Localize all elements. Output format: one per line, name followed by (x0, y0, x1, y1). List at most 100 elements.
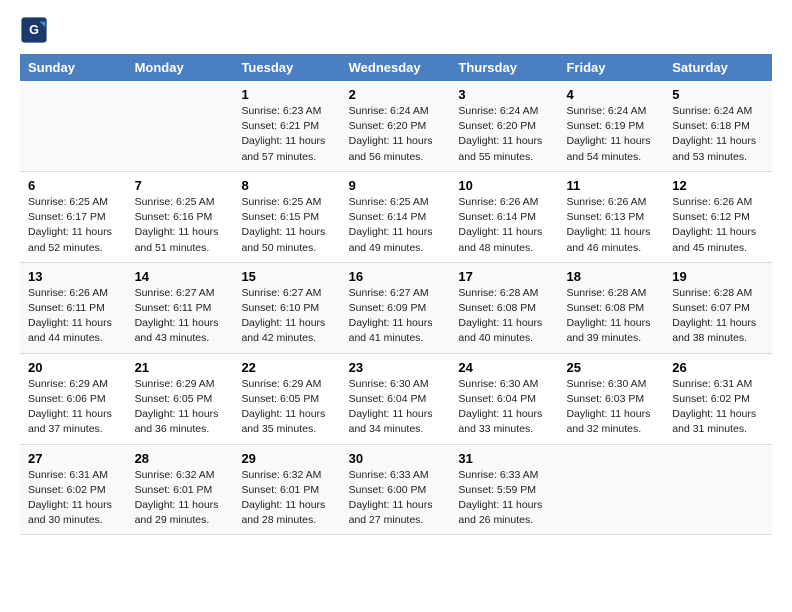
calendar-cell: 24Sunrise: 6:30 AM Sunset: 6:04 PM Dayli… (450, 353, 558, 444)
day-number: 9 (349, 178, 443, 193)
day-number: 1 (241, 87, 332, 102)
day-info: Sunrise: 6:27 AM Sunset: 6:10 PM Dayligh… (241, 286, 332, 347)
calendar-week-row: 6 Sunrise: 6:25 AM Sunset: 6:17 PM Daylig… (20, 171, 772, 262)
calendar-cell: 11 Sunrise: 6:26 AM Sunset: 6:13 PM Dayli… (558, 171, 664, 262)
svg-text:G: G (29, 23, 39, 37)
day-number: 12 (672, 178, 764, 193)
day-info: Sunrise: 6:29 AM Sunset: 6:05 PM Dayligh… (135, 377, 226, 438)
calendar-cell: 18Sunrise: 6:28 AM Sunset: 6:08 PM Dayli… (558, 262, 664, 353)
day-number: 25 (566, 360, 656, 375)
weekday-header-row: SundayMondayTuesdayWednesdayThursdayFrid… (20, 54, 772, 81)
calendar-cell: 3Sunrise: 6:24 AM Sunset: 6:20 PM Daylig… (450, 81, 558, 171)
day-info: Sunrise: 6:33 AM Sunset: 5:59 PM Dayligh… (458, 468, 550, 529)
day-info: Sunrise: 6:28 AM Sunset: 6:07 PM Dayligh… (672, 286, 764, 347)
weekday-header: Monday (127, 54, 234, 81)
calendar-cell: 17 Sunrise: 6:28 AM Sunset: 6:08 PM Dayli… (450, 262, 558, 353)
calendar-cell: 2Sunrise: 6:24 AM Sunset: 6:20 PM Daylig… (341, 81, 451, 171)
weekday-header: Sunday (20, 54, 127, 81)
day-number: 13 (28, 269, 119, 284)
day-number: 23 (349, 360, 443, 375)
calendar-cell: 20 Sunrise: 6:29 AM Sunset: 6:06 PM Dayli… (20, 353, 127, 444)
day-number: 2 (349, 87, 443, 102)
day-info: Sunrise: 6:26 AM Sunset: 6:11 PM Dayligh… (28, 286, 119, 347)
calendar-cell: 19Sunrise: 6:28 AM Sunset: 6:07 PM Dayli… (664, 262, 772, 353)
day-info: Sunrise: 6:30 AM Sunset: 6:04 PM Dayligh… (349, 377, 443, 438)
day-info: Sunrise: 6:32 AM Sunset: 6:01 PM Dayligh… (135, 468, 226, 529)
day-info: Sunrise: 6:27 AM Sunset: 6:09 PM Dayligh… (349, 286, 443, 347)
day-number: 3 (458, 87, 550, 102)
calendar-cell: 15 Sunrise: 6:27 AM Sunset: 6:10 PM Dayli… (233, 262, 340, 353)
header: G (20, 16, 772, 44)
weekday-header: Tuesday (233, 54, 340, 81)
day-info: Sunrise: 6:31 AM Sunset: 6:02 PM Dayligh… (28, 468, 119, 529)
calendar-cell (664, 444, 772, 535)
day-number: 6 (28, 178, 119, 193)
calendar-cell: 5 Sunrise: 6:24 AM Sunset: 6:18 PM Daylig… (664, 81, 772, 171)
calendar-cell: 27 Sunrise: 6:31 AM Sunset: 6:02 PM Dayli… (20, 444, 127, 535)
day-info: Sunrise: 6:26 AM Sunset: 6:13 PM Dayligh… (566, 195, 656, 256)
day-number: 11 (566, 178, 656, 193)
calendar-cell: 29 Sunrise: 6:32 AM Sunset: 6:01 PM Dayli… (233, 444, 340, 535)
calendar-cell: 4Sunrise: 6:24 AM Sunset: 6:19 PM Daylig… (558, 81, 664, 171)
day-number: 29 (241, 451, 332, 466)
day-number: 16 (349, 269, 443, 284)
day-number: 7 (135, 178, 226, 193)
day-number: 8 (241, 178, 332, 193)
day-number: 27 (28, 451, 119, 466)
logo: G (20, 16, 52, 44)
calendar-cell: 16 Sunrise: 6:27 AM Sunset: 6:09 PM Dayli… (341, 262, 451, 353)
calendar-cell: 7 Sunrise: 6:25 AM Sunset: 6:16 PM Daylig… (127, 171, 234, 262)
day-number: 5 (672, 87, 764, 102)
calendar-cell: 31Sunrise: 6:33 AM Sunset: 5:59 PM Dayli… (450, 444, 558, 535)
day-info: Sunrise: 6:26 AM Sunset: 6:12 PM Dayligh… (672, 195, 764, 256)
day-number: 17 (458, 269, 550, 284)
calendar-cell: 12 Sunrise: 6:26 AM Sunset: 6:12 PM Dayli… (664, 171, 772, 262)
day-number: 24 (458, 360, 550, 375)
calendar-cell: 25 Sunrise: 6:30 AM Sunset: 6:03 PM Dayli… (558, 353, 664, 444)
day-info: Sunrise: 6:24 AM Sunset: 6:18 PM Dayligh… (672, 104, 764, 165)
calendar-cell: 30Sunrise: 6:33 AM Sunset: 6:00 PM Dayli… (341, 444, 451, 535)
weekday-header: Thursday (450, 54, 558, 81)
calendar-cell: 13 Sunrise: 6:26 AM Sunset: 6:11 PM Dayli… (20, 262, 127, 353)
calendar-cell (20, 81, 127, 171)
calendar-page: G SundayMondayTuesdayWednesdayThursdayFr… (0, 0, 792, 551)
calendar-cell: 22 Sunrise: 6:29 AM Sunset: 6:05 PM Dayli… (233, 353, 340, 444)
day-info: Sunrise: 6:30 AM Sunset: 6:03 PM Dayligh… (566, 377, 656, 438)
day-info: Sunrise: 6:28 AM Sunset: 6:08 PM Dayligh… (458, 286, 550, 347)
day-info: Sunrise: 6:25 AM Sunset: 6:16 PM Dayligh… (135, 195, 226, 256)
day-number: 4 (566, 87, 656, 102)
calendar-cell: 9 Sunrise: 6:25 AM Sunset: 6:14 PM Daylig… (341, 171, 451, 262)
calendar-cell: 23 Sunrise: 6:30 AM Sunset: 6:04 PM Dayli… (341, 353, 451, 444)
day-info: Sunrise: 6:29 AM Sunset: 6:05 PM Dayligh… (241, 377, 332, 438)
calendar-cell: 6 Sunrise: 6:25 AM Sunset: 6:17 PM Daylig… (20, 171, 127, 262)
calendar-cell: 26 Sunrise: 6:31 AM Sunset: 6:02 PM Dayli… (664, 353, 772, 444)
weekday-header: Wednesday (341, 54, 451, 81)
calendar-week-row: 27 Sunrise: 6:31 AM Sunset: 6:02 PM Dayli… (20, 444, 772, 535)
day-info: Sunrise: 6:26 AM Sunset: 6:14 PM Dayligh… (458, 195, 550, 256)
day-info: Sunrise: 6:25 AM Sunset: 6:14 PM Dayligh… (349, 195, 443, 256)
day-info: Sunrise: 6:25 AM Sunset: 6:15 PM Dayligh… (241, 195, 332, 256)
day-info: Sunrise: 6:31 AM Sunset: 6:02 PM Dayligh… (672, 377, 764, 438)
calendar-cell (558, 444, 664, 535)
day-info: Sunrise: 6:23 AM Sunset: 6:21 PM Dayligh… (241, 104, 332, 165)
day-number: 14 (135, 269, 226, 284)
calendar-table: SundayMondayTuesdayWednesdayThursdayFrid… (20, 54, 772, 535)
day-number: 26 (672, 360, 764, 375)
day-number: 10 (458, 178, 550, 193)
calendar-week-row: 20 Sunrise: 6:29 AM Sunset: 6:06 PM Dayli… (20, 353, 772, 444)
day-info: Sunrise: 6:29 AM Sunset: 6:06 PM Dayligh… (28, 377, 119, 438)
calendar-cell (127, 81, 234, 171)
day-info: Sunrise: 6:25 AM Sunset: 6:17 PM Dayligh… (28, 195, 119, 256)
calendar-week-row: 13 Sunrise: 6:26 AM Sunset: 6:11 PM Dayli… (20, 262, 772, 353)
day-number: 21 (135, 360, 226, 375)
day-number: 20 (28, 360, 119, 375)
day-info: Sunrise: 6:32 AM Sunset: 6:01 PM Dayligh… (241, 468, 332, 529)
calendar-cell: 10 Sunrise: 6:26 AM Sunset: 6:14 PM Dayli… (450, 171, 558, 262)
day-number: 28 (135, 451, 226, 466)
calendar-cell: 21 Sunrise: 6:29 AM Sunset: 6:05 PM Dayli… (127, 353, 234, 444)
day-info: Sunrise: 6:33 AM Sunset: 6:00 PM Dayligh… (349, 468, 443, 529)
calendar-week-row: 1 Sunrise: 6:23 AM Sunset: 6:21 PM Daylig… (20, 81, 772, 171)
weekday-header: Saturday (664, 54, 772, 81)
day-number: 22 (241, 360, 332, 375)
day-number: 15 (241, 269, 332, 284)
